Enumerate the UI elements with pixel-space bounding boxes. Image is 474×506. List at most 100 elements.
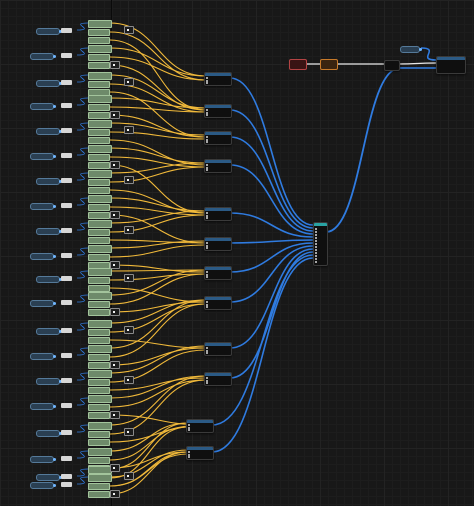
literal-node[interactable] bbox=[88, 37, 110, 44]
make-struct-node[interactable] bbox=[110, 161, 120, 169]
input-pin[interactable] bbox=[206, 109, 208, 111]
make-struct-node[interactable] bbox=[110, 261, 120, 269]
array-input-pin[interactable] bbox=[315, 246, 317, 248]
literal-node[interactable] bbox=[88, 137, 110, 144]
variable-node[interactable] bbox=[30, 103, 56, 110]
make-struct-node[interactable] bbox=[110, 464, 120, 472]
literal-node[interactable] bbox=[88, 54, 110, 61]
spawn-node[interactable] bbox=[384, 60, 400, 71]
variable-value-field[interactable] bbox=[61, 80, 72, 85]
literal-node[interactable] bbox=[88, 145, 112, 153]
variable-value-field[interactable] bbox=[61, 253, 72, 258]
variable-node[interactable] bbox=[30, 203, 56, 210]
variable-node[interactable] bbox=[30, 353, 56, 360]
input-pin[interactable] bbox=[206, 164, 208, 166]
variable-value-field[interactable] bbox=[61, 53, 72, 58]
literal-node[interactable] bbox=[88, 237, 110, 244]
variable-value-field[interactable] bbox=[61, 28, 72, 33]
literal-node[interactable] bbox=[88, 72, 112, 80]
input-pin[interactable] bbox=[206, 82, 208, 84]
variable-value-field[interactable] bbox=[61, 403, 72, 408]
variable-node[interactable] bbox=[36, 80, 62, 87]
input-pin[interactable] bbox=[206, 382, 208, 384]
function-node[interactable] bbox=[204, 159, 232, 173]
array-input-pin[interactable] bbox=[315, 252, 317, 254]
literal-node[interactable] bbox=[88, 204, 110, 211]
variable-node[interactable] bbox=[36, 228, 62, 235]
input-pin[interactable] bbox=[188, 456, 190, 458]
literal-node[interactable] bbox=[88, 329, 110, 336]
input-pin[interactable] bbox=[206, 377, 208, 379]
literal-node[interactable] bbox=[88, 104, 110, 111]
make-struct-node[interactable] bbox=[124, 428, 134, 436]
variable-value-field[interactable] bbox=[61, 103, 72, 108]
literal-node[interactable] bbox=[88, 20, 112, 28]
input-pin[interactable] bbox=[206, 347, 208, 349]
target-node[interactable] bbox=[436, 56, 466, 74]
literal-node[interactable] bbox=[88, 245, 112, 253]
literal-node[interactable] bbox=[88, 354, 110, 361]
input-pin[interactable] bbox=[206, 217, 208, 219]
make-struct-node[interactable] bbox=[124, 126, 134, 134]
make-struct-node[interactable] bbox=[110, 61, 120, 69]
literal-node[interactable] bbox=[88, 179, 110, 186]
function-node[interactable] bbox=[186, 419, 214, 433]
literal-node[interactable] bbox=[88, 362, 110, 369]
variable-node[interactable] bbox=[30, 253, 56, 260]
input-pin[interactable] bbox=[206, 136, 208, 138]
literal-node[interactable] bbox=[88, 81, 110, 88]
array-input-pin[interactable] bbox=[315, 249, 317, 251]
input-pin[interactable] bbox=[188, 429, 190, 431]
function-node[interactable] bbox=[204, 104, 232, 118]
literal-node[interactable] bbox=[88, 254, 110, 261]
input-pin[interactable] bbox=[206, 301, 208, 303]
input-pin[interactable] bbox=[188, 451, 190, 453]
literal-node[interactable] bbox=[88, 439, 110, 446]
make-struct-node[interactable] bbox=[110, 211, 120, 219]
literal-node[interactable] bbox=[88, 95, 112, 103]
literal-node[interactable] bbox=[88, 309, 110, 316]
literal-node[interactable] bbox=[88, 483, 110, 490]
literal-node[interactable] bbox=[88, 268, 112, 276]
input-pin[interactable] bbox=[206, 247, 208, 249]
literal-node[interactable] bbox=[88, 195, 112, 203]
make-struct-node[interactable] bbox=[110, 308, 120, 316]
make-struct-node[interactable] bbox=[110, 490, 120, 498]
variable-node[interactable] bbox=[30, 403, 56, 410]
variable-value-field[interactable] bbox=[61, 300, 72, 305]
input-pin[interactable] bbox=[206, 242, 208, 244]
make-struct-node[interactable] bbox=[124, 376, 134, 384]
array-input-pin[interactable] bbox=[315, 237, 317, 239]
literal-node[interactable] bbox=[88, 379, 110, 386]
literal-node[interactable] bbox=[88, 285, 110, 292]
variable-value-field[interactable] bbox=[61, 482, 72, 487]
array-input-pin[interactable] bbox=[315, 243, 317, 245]
variable-node[interactable] bbox=[30, 153, 56, 160]
make-struct-node[interactable] bbox=[124, 274, 134, 282]
variable-value-field[interactable] bbox=[61, 378, 72, 383]
variable-value-field[interactable] bbox=[61, 276, 72, 281]
make-struct-node[interactable] bbox=[110, 411, 120, 419]
function-node[interactable] bbox=[204, 342, 232, 356]
literal-node[interactable] bbox=[88, 229, 110, 236]
event-node[interactable] bbox=[289, 59, 307, 70]
literal-node[interactable] bbox=[88, 422, 112, 430]
variable-node[interactable] bbox=[36, 328, 62, 335]
literal-node[interactable] bbox=[88, 474, 112, 482]
variable-node[interactable] bbox=[30, 456, 56, 463]
graph-canvas[interactable] bbox=[0, 0, 474, 506]
literal-node[interactable] bbox=[88, 45, 112, 53]
function-node[interactable] bbox=[204, 131, 232, 145]
variable-node[interactable] bbox=[30, 53, 56, 60]
variable-node[interactable] bbox=[36, 430, 62, 437]
variable-node[interactable] bbox=[36, 28, 62, 35]
make-struct-node[interactable] bbox=[124, 226, 134, 234]
literal-node[interactable] bbox=[88, 170, 112, 178]
variable-value-field[interactable] bbox=[61, 353, 72, 358]
variable-value-field[interactable] bbox=[61, 456, 72, 461]
literal-node[interactable] bbox=[88, 370, 112, 378]
function-node[interactable] bbox=[204, 72, 232, 86]
literal-node[interactable] bbox=[88, 457, 110, 464]
make-struct-node[interactable] bbox=[124, 78, 134, 86]
make-struct-node[interactable] bbox=[124, 26, 134, 34]
